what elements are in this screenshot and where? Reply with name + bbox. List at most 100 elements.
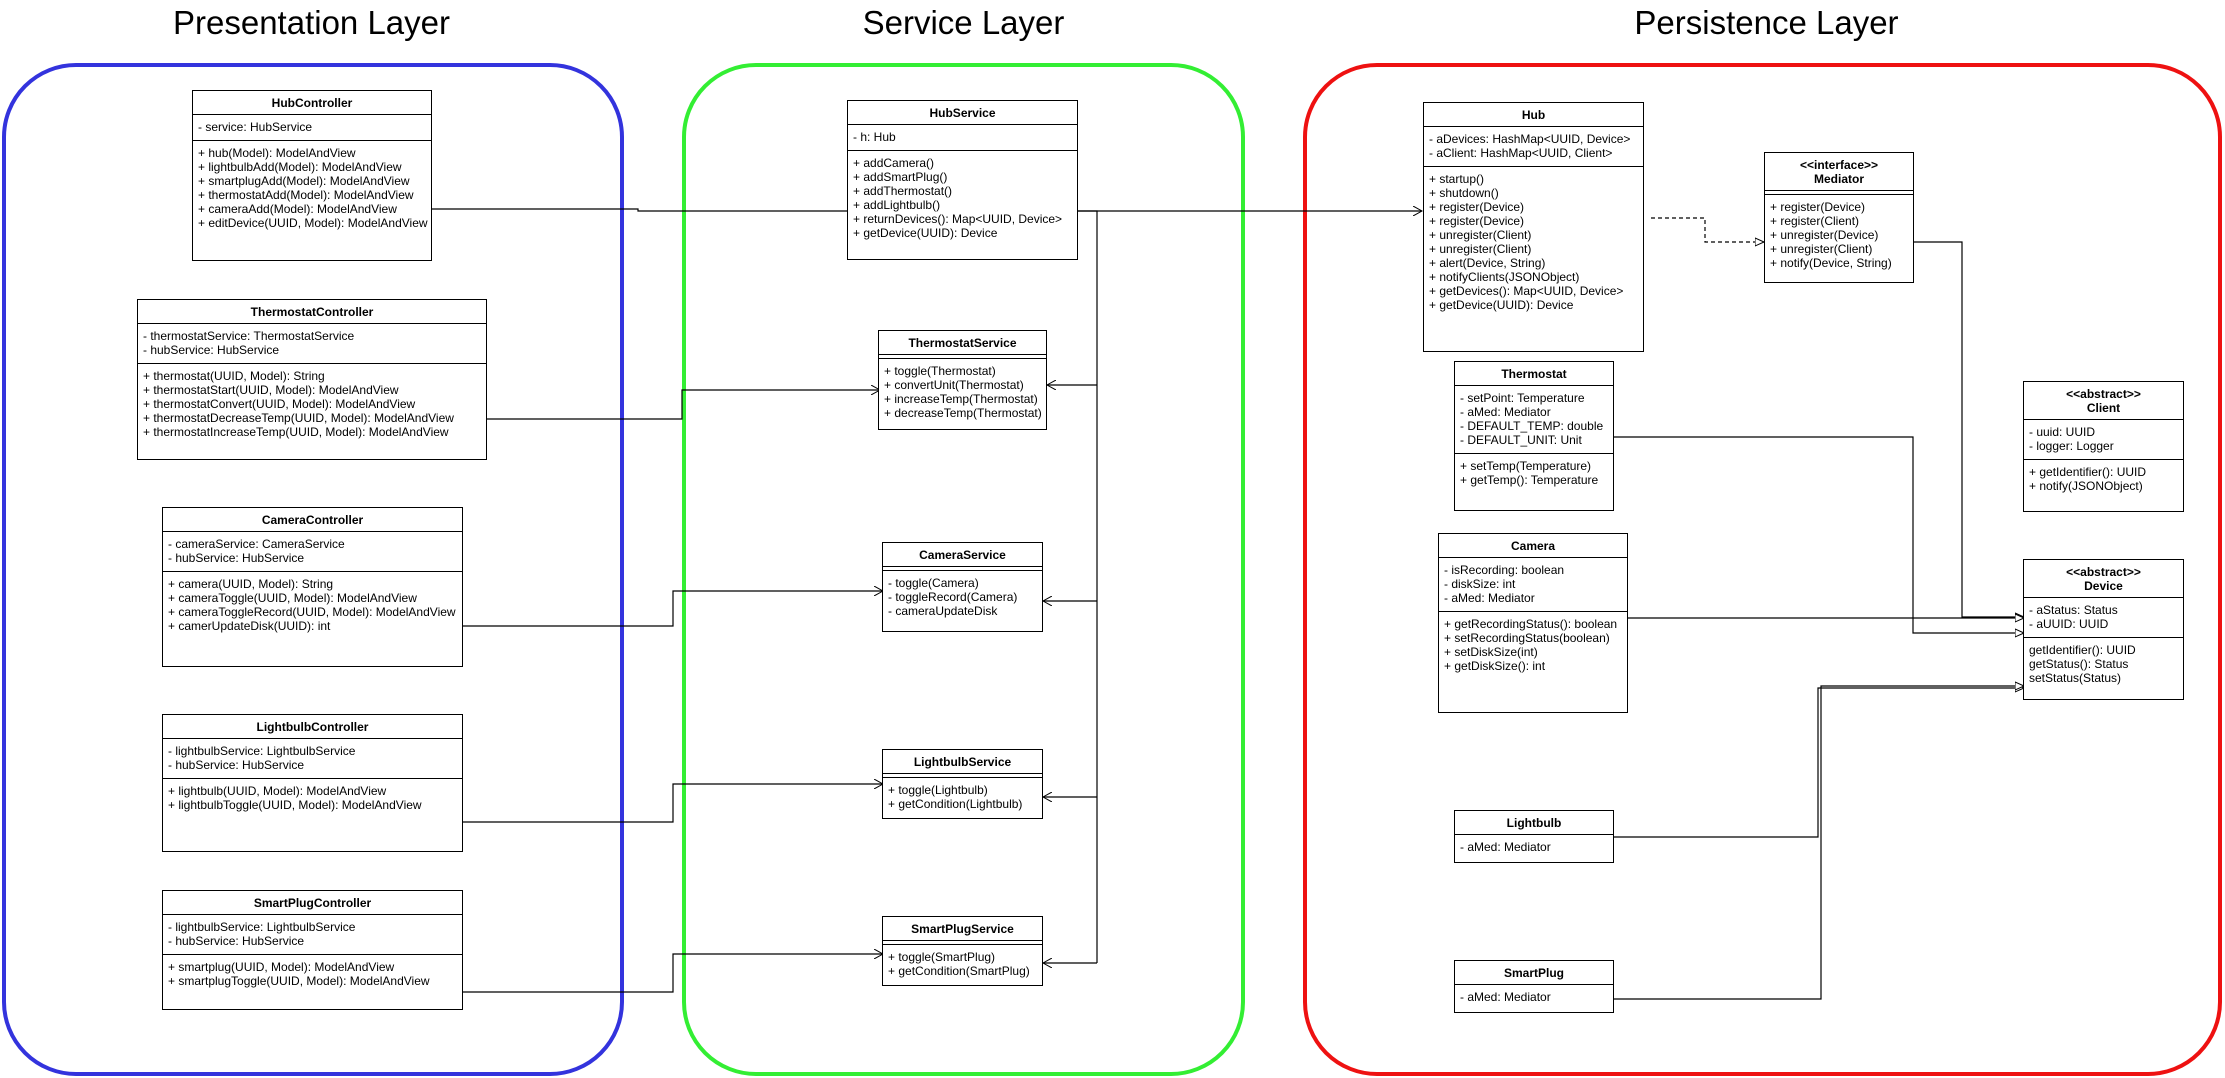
class-attribute: - aUUID: UUID [2029, 617, 2109, 631]
cameracontroller-to-cameraservice [463, 591, 883, 627]
class-name: Camera [1510, 539, 1556, 553]
cameraservice-class: CameraService - toggle(Camera) - toggleRec… [882, 542, 1043, 632]
class-operation: + unregister(Client) [1770, 242, 1873, 256]
class-header: ThermostatService [879, 331, 1046, 355]
class-operation: + increaseTemp(Thermostat) [884, 392, 1038, 406]
class-attributes: - aMed: Mediator [1455, 835, 1613, 860]
class-operation: + shutdown() [1429, 186, 1499, 200]
class-header: <<interface>> Mediator [1765, 153, 1913, 191]
thermostat-class: Thermostat - setPoint: Temperature - aMed:… [1454, 361, 1614, 511]
class-operation: + lightbulbToggle(UUID, Model): ModelAnd… [168, 798, 422, 812]
class-attributes: - cameraService: CameraService - hubServi… [163, 532, 462, 572]
class-operation: + notifyClients(JSONObject) [1429, 270, 1580, 284]
lightbulbcontroller-class: LightbulbController - lightbulbService: L… [162, 714, 463, 852]
class-operation: + lightbulbAdd(Model): ModelAndView [198, 160, 402, 174]
thermostatservice-class: ThermostatService + toggle(Thermostat) + c… [878, 330, 1047, 430]
class-attribute: - hubService: HubService [143, 343, 280, 357]
class-attribute: - thermostatService: ThermostatService [143, 329, 355, 343]
hub-class: Hub - aDevices: HashMap<UUID, Device> - aC… [1423, 102, 1644, 352]
class-name: CameraService [919, 548, 1006, 562]
class-attributes: - setPoint: Temperature - aMed: Mediator -… [1455, 386, 1613, 454]
class-operation: + register(Client) [1770, 214, 1860, 228]
class-attribute: - diskSize: int [1444, 577, 1516, 591]
class-operations: + hub(Model): ModelAndView + lightbulbAdd… [193, 141, 431, 236]
class-operation: + getTemp(): Temperature [1460, 473, 1599, 487]
class-attributes: - aStatus: Status - aUUID: UUID [2024, 598, 2183, 638]
class-operation: - cameraUpdateDisk [888, 604, 998, 618]
smartplug-class: SmartPlug - aMed: Mediator [1454, 960, 1614, 1013]
class-header: <<abstract>> Client [2024, 382, 2183, 420]
class-operations: getIdentifier(): UUID getStatus(): Status… [2024, 638, 2183, 691]
class-name: Hub [1521, 108, 1546, 122]
class-attribute: - hubService: HubService [168, 934, 305, 948]
class-operations: + toggle(SmartPlug) + getCondition(SmartP… [883, 945, 1042, 984]
class-name: HubService [929, 106, 996, 120]
class-operation: + cameraToggle(UUID, Model): ModelAndVie… [168, 591, 417, 605]
class-header: HubController [193, 91, 431, 115]
smartplugcontroller-to-smartplugservice [463, 954, 883, 993]
class-operation: + register(Device) [1429, 200, 1525, 214]
class-attribute: - hubService: HubService [168, 551, 305, 565]
class-operation: setStatus(Status) [2029, 671, 2122, 685]
cameracontroller-class: CameraController - cameraService: CameraS… [162, 507, 463, 667]
client-class: <<abstract>> Client - uuid: UUID - logger: … [2023, 381, 2184, 512]
class-header: ThermostatController [138, 300, 486, 324]
class-operations: + addCamera() + addSmartPlug() + addThermo… [848, 151, 1077, 246]
class-operation: + convertUnit(Thermostat) [884, 378, 1024, 392]
class-operation: + getCondition(SmartPlug) [888, 964, 1030, 978]
class-operation: + thermostatStart(UUID, Model): ModelAnd… [143, 383, 399, 397]
class-operations: + getRecordingStatus(): boolean + setReco… [1439, 612, 1627, 679]
class-operation: + alert(Device, String) [1429, 256, 1546, 270]
class-header: LightbulbController [163, 715, 462, 739]
class-operation: + addSmartPlug() [853, 170, 948, 184]
class-operation: - toggleRecord(Camera) [888, 590, 1018, 604]
class-header: SmartPlugController [163, 891, 462, 915]
class-operation: + getRecordingStatus(): boolean [1444, 617, 1618, 631]
class-operation: + smartplugToggle(UUID, Model): ModelAnd… [168, 974, 430, 988]
class-operation: + camera(UUID, Model): String [168, 577, 334, 591]
class-name: LightbulbService [913, 755, 1012, 769]
class-operation: + getDevice(UUID): Device [1429, 298, 1574, 312]
class-operations: + toggle(Lightbulb) + getCondition(Lightb… [883, 778, 1042, 817]
services-bus [1078, 210, 1098, 963]
class-attribute: - setPoint: Temperature [1460, 391, 1585, 405]
class-operations: + toggle(Thermostat) + convertUnit(Thermo… [879, 359, 1046, 426]
class-operations: + thermostat(UUID, Model): String + therm… [138, 364, 486, 445]
class-attribute: - aMed: Mediator [1460, 405, 1551, 419]
class-attribute: - aDevices: HashMap<UUID, Device> [1429, 132, 1631, 146]
class-name: LightbulbController [256, 720, 369, 734]
class-attributes: - service: HubService [193, 115, 431, 141]
class-operations: + smartplug(UUID, Model): ModelAndView + … [163, 955, 462, 994]
class-operation: + unregister(Device) [1770, 228, 1879, 242]
class-operations: + lightbulb(UUID, Model): ModelAndView + … [163, 779, 462, 818]
class-header: <<abstract>> Device [2024, 560, 2183, 598]
class-attribute: - isRecording: boolean [1444, 563, 1565, 577]
class-operation: + decreaseTemp(Thermostat) [884, 406, 1042, 420]
class-attribute: - lightbulbService: LightbulbService [168, 744, 356, 758]
class-operation: + setRecordingStatus(boolean) [1444, 631, 1610, 645]
class-operation: + smartplugAdd(Model): ModelAndView [198, 174, 410, 188]
class-header: Camera [1439, 534, 1627, 558]
smartplugservice-class: SmartPlugService + toggle(SmartPlug) + get… [882, 916, 1043, 986]
class-attribute: - logger: Logger [2029, 439, 2114, 453]
smartplug-to-device [1614, 686, 2024, 1000]
hub-realizes-mediator [1651, 217, 1764, 242]
class-operation: + unregister(Client) [1429, 242, 1532, 256]
mediator-to-device [1914, 241, 2024, 617]
class-operation: + thermostatDecreaseTemp(UUID, Model): M… [143, 411, 454, 425]
class-name: Thermostat [1501, 367, 1567, 381]
class-header: SmartPlugService [883, 917, 1042, 941]
class-operation: + notify(JSONObject) [2029, 479, 2143, 493]
class-operation: + addCamera() [853, 156, 935, 170]
class-operation: getIdentifier(): UUID [2029, 643, 2136, 657]
class-operation: - toggle(Camera) [888, 576, 979, 590]
thermostatcontroller-to-thermostatservice [487, 390, 880, 420]
class-header: SmartPlug [1455, 961, 1613, 985]
class-stereotype: <<abstract>> [2066, 565, 2141, 579]
class-operation: + getCondition(Lightbulb) [888, 797, 1023, 811]
class-attributes: - uuid: UUID - logger: Logger [2024, 420, 2183, 460]
class-attributes: - lightbulbService: LightbulbService - hu… [163, 915, 462, 955]
thermostatcontroller-class: ThermostatController - thermostatService:… [137, 299, 487, 460]
class-header: Hub [1424, 103, 1643, 127]
class-operation: + unregister(Client) [1429, 228, 1532, 242]
